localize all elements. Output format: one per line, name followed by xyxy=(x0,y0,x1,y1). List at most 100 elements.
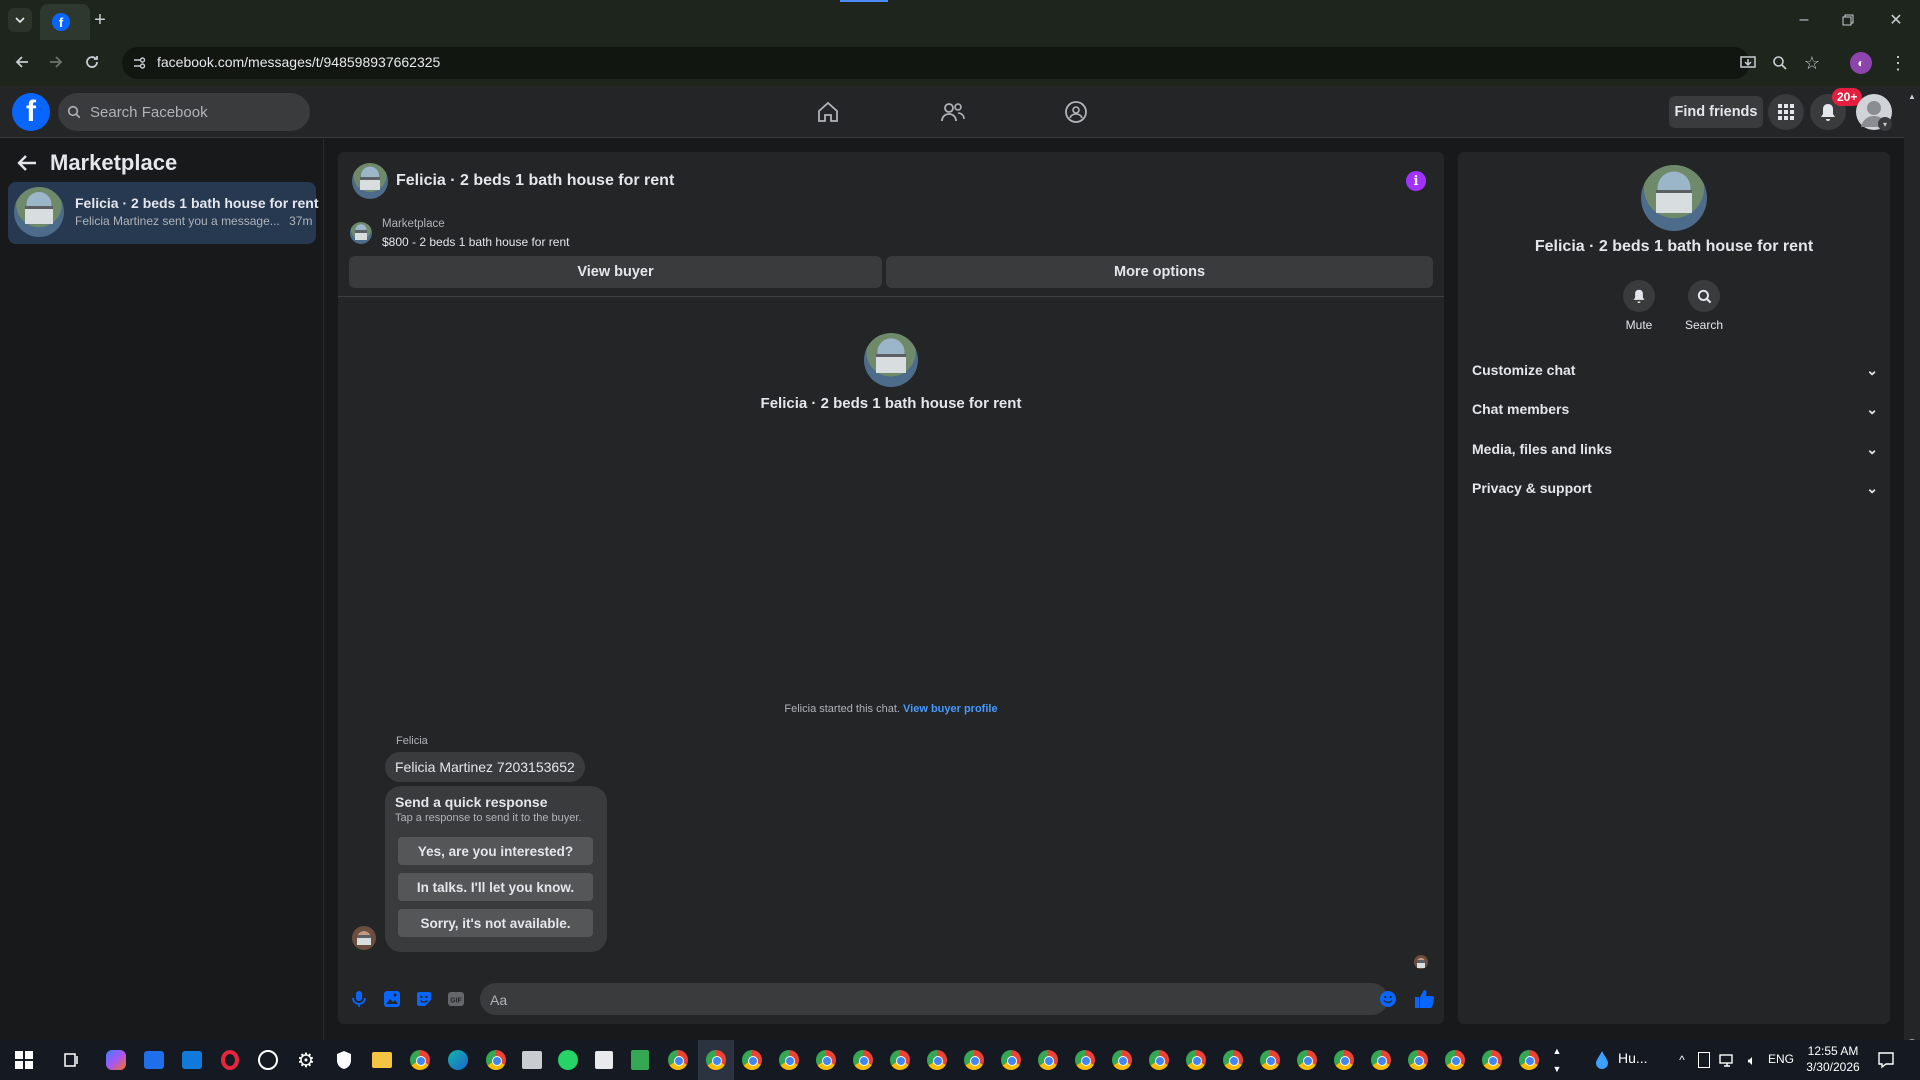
chrome-icon[interactable] xyxy=(999,1048,1023,1072)
edge-icon[interactable] xyxy=(446,1048,470,1072)
opera-icon[interactable] xyxy=(218,1048,242,1072)
home-nav-icon[interactable] xyxy=(812,98,844,126)
view-buyer-button[interactable]: View buyer xyxy=(349,256,882,288)
notification-center-icon[interactable] xyxy=(1874,1048,1898,1072)
menu-grid-button[interactable] xyxy=(1768,94,1804,130)
gif-icon[interactable]: GIF xyxy=(445,988,467,1010)
volume-icon[interactable]: 🔈︎ xyxy=(1740,1048,1764,1072)
chatgpt-icon[interactable] xyxy=(256,1048,280,1072)
close-window-icon[interactable]: ✕ xyxy=(1884,8,1908,32)
quick-response-in-talks-button[interactable]: In talks. I'll let you know. xyxy=(398,873,593,901)
back-arrow-icon[interactable] xyxy=(14,150,40,176)
store-icon[interactable] xyxy=(142,1048,166,1072)
restore-icon[interactable] xyxy=(1836,8,1860,32)
mute-button[interactable] xyxy=(1623,280,1655,312)
section-chat-members[interactable]: Chat members ⌄ xyxy=(1472,392,1878,426)
emoji-icon[interactable] xyxy=(1377,988,1399,1010)
contacts-app-icon[interactable] xyxy=(592,1048,616,1072)
chrome-icon[interactable] xyxy=(1406,1048,1430,1072)
install-app-icon[interactable] xyxy=(1736,51,1760,75)
sender-avatar[interactable] xyxy=(352,926,376,950)
chrome-icon[interactable] xyxy=(1073,1048,1097,1072)
chrome-icon[interactable] xyxy=(814,1048,838,1072)
zoom-icon[interactable] xyxy=(1768,51,1792,75)
tray-chevron-icon[interactable]: ^ xyxy=(1670,1048,1694,1072)
info-icon[interactable]: i xyxy=(1406,171,1426,191)
task-view-icon[interactable] xyxy=(60,1048,84,1072)
microphone-icon[interactable] xyxy=(348,988,370,1010)
taskbar-scroll-icon[interactable]: ▲ ▼ xyxy=(1548,1042,1566,1078)
windows-start-icon[interactable] xyxy=(12,1048,36,1072)
page-scrollbar[interactable]: ▲ ▼ xyxy=(1904,86,1920,1052)
chrome-icon[interactable] xyxy=(1443,1048,1467,1072)
chrome-icon[interactable] xyxy=(1480,1048,1504,1072)
view-buyer-profile-link[interactable]: View buyer profile xyxy=(903,703,998,715)
bookmark-star-icon[interactable]: ☆ xyxy=(1800,51,1824,75)
chrome-icon[interactable] xyxy=(1147,1048,1171,1072)
chrome-profile-icon[interactable] xyxy=(484,1048,508,1072)
section-media-files-links[interactable]: Media, files and links ⌄ xyxy=(1472,432,1878,466)
chrome-icon[interactable] xyxy=(1258,1048,1282,1072)
section-privacy-support[interactable]: Privacy & support ⌄ xyxy=(1472,471,1878,505)
mail-app-icon[interactable] xyxy=(180,1048,204,1072)
copilot-icon[interactable] xyxy=(104,1048,128,1072)
facebook-logo-icon[interactable]: f xyxy=(12,93,50,131)
chrome-icon[interactable] xyxy=(740,1048,764,1072)
chrome-icon[interactable] xyxy=(925,1048,949,1072)
chat-header-avatar[interactable] xyxy=(352,163,388,199)
security-shield-icon[interactable] xyxy=(332,1048,356,1072)
chrome-icon[interactable] xyxy=(666,1048,690,1072)
like-thumb-icon[interactable] xyxy=(1411,986,1437,1012)
chrome-icon[interactable] xyxy=(1295,1048,1319,1072)
quick-response-yes-button[interactable]: Yes, are you interested? xyxy=(398,837,593,865)
browser-menu-icon[interactable]: ⋮ xyxy=(1886,51,1910,75)
reload-icon[interactable] xyxy=(80,50,104,74)
chat-title[interactable]: Felicia · 2 beds 1 bath house for rent xyxy=(396,172,674,190)
weather-drop-icon[interactable] xyxy=(1590,1048,1614,1072)
more-options-button[interactable]: More options xyxy=(886,256,1433,288)
chrome-icon[interactable] xyxy=(1332,1048,1356,1072)
tablet-icon[interactable] xyxy=(1692,1048,1716,1072)
chrome-icon[interactable] xyxy=(1517,1048,1541,1072)
section-customize-chat[interactable]: Customize chat ⌄ xyxy=(1472,353,1878,387)
groups-nav-icon[interactable] xyxy=(1060,98,1092,126)
chrome-icon[interactable] xyxy=(408,1048,432,1072)
app-icon[interactable] xyxy=(520,1048,544,1072)
message-bubble[interactable]: Felicia Martinez 7203153652 xyxy=(385,752,585,782)
sheets-app-icon[interactable] xyxy=(628,1048,652,1072)
chrome-icon[interactable] xyxy=(1369,1048,1393,1072)
chrome-icon[interactable] xyxy=(1110,1048,1134,1072)
new-tab-icon[interactable]: + xyxy=(88,8,112,32)
chrome-icon[interactable] xyxy=(777,1048,801,1072)
photo-icon[interactable] xyxy=(381,988,403,1010)
sticker-icon[interactable] xyxy=(413,988,435,1010)
active-tab[interactable]: f xyxy=(40,4,90,40)
url-text[interactable]: facebook.com/messages/t/948598937662325 xyxy=(157,54,440,70)
listing-title[interactable]: $800 - 2 beds 1 bath house for rent xyxy=(382,235,569,249)
minimize-icon[interactable]: – xyxy=(1792,8,1816,32)
chrome-icon[interactable] xyxy=(851,1048,875,1072)
chrome-icon[interactable] xyxy=(1036,1048,1060,1072)
search-in-chat-button[interactable] xyxy=(1688,280,1720,312)
chrome-icon[interactable] xyxy=(962,1048,986,1072)
scroll-up-icon[interactable]: ▲ xyxy=(1908,92,1916,101)
system-clock[interactable]: 12:55 AM 3/30/2026 xyxy=(1800,1043,1866,1075)
friends-nav-icon[interactable] xyxy=(937,98,969,126)
weather-text[interactable]: Hu... xyxy=(1618,1050,1648,1066)
chrome-icon[interactable] xyxy=(1221,1048,1245,1072)
site-info-icon[interactable] xyxy=(130,54,148,72)
settings-gear-icon[interactable]: ⚙ xyxy=(294,1048,318,1072)
network-icon[interactable] xyxy=(1716,1048,1740,1072)
chrome-icon[interactable] xyxy=(888,1048,912,1072)
whatsapp-icon[interactable] xyxy=(556,1048,580,1072)
chrome-active-icon[interactable] xyxy=(704,1048,728,1072)
file-explorer-icon[interactable] xyxy=(370,1048,394,1072)
back-icon[interactable] xyxy=(10,50,34,74)
quick-response-not-available-button[interactable]: Sorry, it's not available. xyxy=(398,909,593,937)
message-input[interactable] xyxy=(480,983,1388,1015)
account-chevron-icon[interactable]: ▾ xyxy=(1878,117,1892,131)
forward-icon[interactable] xyxy=(44,50,68,74)
find-friends-button[interactable]: Find friends xyxy=(1669,96,1763,128)
tab-list-chevron-icon[interactable] xyxy=(8,8,32,32)
language-indicator[interactable]: ENG xyxy=(1768,1052,1794,1066)
